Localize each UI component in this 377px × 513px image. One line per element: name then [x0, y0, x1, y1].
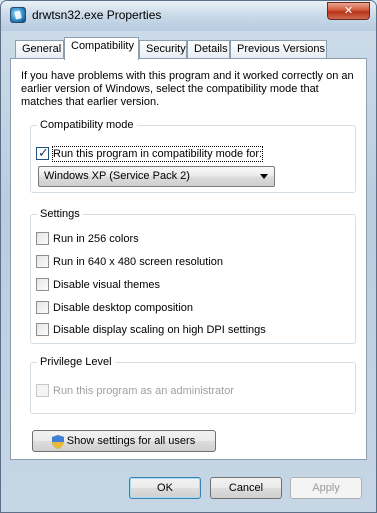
run-as-admin-checkbox — [36, 384, 49, 397]
uac-shield-icon — [52, 435, 64, 449]
intro-text: If you have problems with this program a… — [21, 70, 354, 108]
disable-dpi-scaling-checkbox[interactable] — [36, 323, 49, 336]
privilege-level-title: Privilege Level — [37, 355, 115, 369]
run-as-admin-label: Run this program as an administrator — [53, 385, 234, 397]
settings-title: Settings — [37, 207, 83, 221]
disable-dpi-scaling-label[interactable]: Disable display scaling on high DPI sett… — [53, 323, 266, 337]
disable-desktop-composition-label[interactable]: Disable desktop composition — [53, 301, 193, 315]
show-all-users-button[interactable]: Show settings for all users — [32, 430, 216, 452]
disable-visual-themes-checkbox[interactable] — [36, 278, 49, 291]
tab-security[interactable]: Security — [139, 40, 187, 59]
tab-compatibility[interactable]: Compatibility — [64, 37, 139, 60]
close-button[interactable]: ✕ — [327, 2, 370, 20]
show-all-users-label: Show settings for all users — [66, 435, 196, 447]
compatibility-mode-title: Compatibility mode — [37, 118, 137, 132]
compatibility-panel: If you have problems with this program a… — [10, 58, 367, 460]
os-version-select[interactable]: Windows XP (Service Pack 2) — [38, 166, 275, 187]
chevron-down-icon — [260, 174, 268, 179]
run-256-colors-label[interactable]: Run in 256 colors — [53, 232, 139, 246]
app-icon — [10, 7, 26, 23]
run-640x480-checkbox[interactable] — [36, 255, 49, 268]
properties-window: drwtsn32.exe Properties ✕ General Compat… — [0, 0, 377, 513]
window-title: drwtsn32.exe Properties — [32, 8, 162, 22]
cancel-button[interactable]: Cancel — [210, 477, 282, 499]
run-256-colors-checkbox[interactable] — [36, 232, 49, 245]
apply-button: Apply — [290, 477, 362, 499]
checkmark-icon: ✓ — [38, 145, 49, 160]
disable-visual-themes-label[interactable]: Disable visual themes — [53, 278, 160, 292]
compatibility-mode-checkbox[interactable]: ✓ — [36, 145, 49, 160]
ok-button[interactable]: OK — [129, 477, 201, 499]
os-version-value: Windows XP (Service Pack 2) — [44, 170, 190, 182]
tab-previous-versions[interactable]: Previous Versions — [230, 40, 327, 59]
tab-general[interactable]: General — [15, 40, 64, 59]
run-640x480-label[interactable]: Run in 640 x 480 screen resolution — [53, 255, 223, 269]
compatibility-mode-label[interactable]: Run this program in compatibility mode f… — [51, 146, 264, 162]
title-bar[interactable]: drwtsn32.exe Properties ✕ — [1, 1, 376, 31]
disable-desktop-composition-checkbox[interactable] — [36, 301, 49, 314]
tab-details[interactable]: Details — [187, 40, 230, 59]
